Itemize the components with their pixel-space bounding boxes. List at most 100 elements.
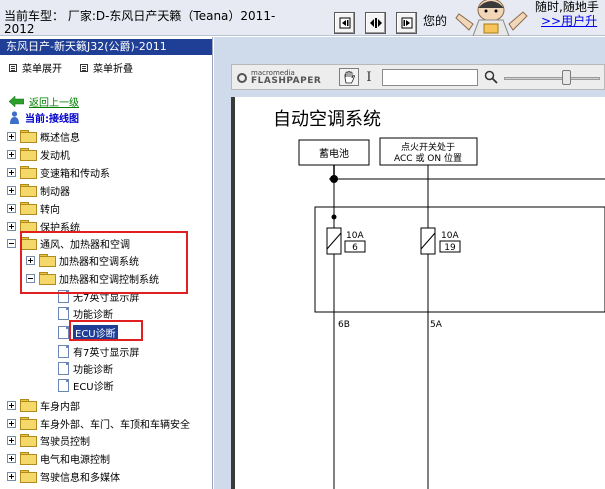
annotation-highlight-box: [20, 231, 188, 294]
tree-item-brakes[interactable]: 制动器: [7, 182, 70, 198]
annotation-highlight-box: [69, 320, 143, 341]
text-cursor-icon: I: [366, 69, 372, 85]
tree-item-engine[interactable]: 发动机: [7, 146, 70, 162]
fuse-2-wire-label: 5A: [430, 320, 443, 330]
expand-icon[interactable]: [7, 418, 16, 428]
menu-icon: [80, 63, 88, 72]
nav-first-icon: [339, 17, 350, 29]
nav-split-button[interactable]: [365, 12, 386, 34]
tree-item-multimedia[interactable]: 驾驶信息和多媒体: [7, 468, 120, 484]
expand-icon[interactable]: [7, 435, 16, 445]
current-model-text: 当前车型： 厂家:D-东风日产天籁（Teana）2011- 2012: [4, 10, 326, 38]
tree-item-body-interior[interactable]: 车身内部: [7, 397, 80, 413]
tree-doc-with-display[interactable]: 有7英寸显示屏: [58, 343, 139, 359]
ignition-label-2: ACC 或 ON 位置: [394, 152, 462, 164]
wiring-diagram: 蓄电池 点火开关处于 ACC 或 ON 位置 10A 6 6B 10A 19 5…: [298, 137, 605, 489]
macromedia-logo-icon: [237, 72, 247, 83]
tree-item-label: 驾驶信息和多媒体: [40, 472, 120, 484]
tree-doc-function-diagnosis-2[interactable]: 功能诊断: [58, 360, 113, 376]
tree-item-body-exterior[interactable]: 车身外部、车门、车顶和车辆安全: [7, 415, 190, 431]
expand-icon[interactable]: [7, 167, 16, 177]
nav-last-button[interactable]: [396, 12, 417, 34]
expand-icon[interactable]: [7, 400, 16, 410]
fuse-1-number: 6: [352, 243, 358, 253]
collapse-all-button[interactable]: 菜单折叠: [80, 60, 133, 75]
zoom-slider-thumb[interactable]: [562, 70, 571, 85]
flashpaper-logo: macromedia FLASHPAPER: [237, 69, 321, 86]
expand-icon[interactable]: [7, 471, 16, 481]
document-icon: [58, 344, 69, 358]
expand-icon[interactable]: [7, 149, 16, 159]
nav-last-icon: [401, 17, 412, 29]
tree-item-electrical[interactable]: 电气和电源控制: [7, 450, 110, 466]
mascot-image: [455, 0, 528, 36]
tree-item-steering[interactable]: 转向: [7, 200, 60, 216]
collapse-icon[interactable]: [7, 238, 16, 248]
current-location: 当前:接线图: [9, 110, 79, 125]
tree-doc-label: 功能诊断: [73, 309, 113, 321]
tree-doc-label: 功能诊断: [73, 364, 113, 376]
tree-item-transmission[interactable]: 变速箱和传动系: [7, 164, 110, 180]
hand-tool-button[interactable]: [339, 68, 359, 86]
expand-icon[interactable]: [7, 221, 16, 231]
document-page: 自动空调系统 蓄电池 点火开关处于 ACC 或 ON 位置 10A 6 6B 1…: [231, 97, 605, 489]
tree-item-label: 车身外部、车门、车顶和车辆安全: [40, 419, 190, 431]
folder-icon: [20, 434, 37, 447]
folder-icon: [20, 202, 37, 215]
expand-icon[interactable]: [7, 131, 16, 141]
tree-item-label: 驾驶员控制: [40, 436, 90, 448]
left-navigation-pane: 东风日产-新天籁J32(公爵)-2011 菜单展开 菜单折叠 返回上一级 当前:…: [0, 37, 213, 489]
tree-doc-function-diagnosis[interactable]: 功能诊断: [58, 305, 113, 321]
back-link[interactable]: 返回上一级: [9, 94, 79, 109]
tree-item-label: 变速箱和传动系: [40, 168, 110, 180]
expand-icon[interactable]: [7, 203, 16, 213]
document-viewer-pane: macromedia FLASHPAPER I 自动空调系统 蓄电池 点火开关处…: [214, 37, 605, 489]
tree-item-label: 转向: [40, 204, 60, 216]
tree-item-label: 车身内部: [40, 401, 80, 413]
fuse-2-amps: 10A: [441, 231, 459, 241]
model-line-2: 2012: [4, 22, 35, 36]
tree-item-label: 制动器: [40, 186, 70, 198]
document-icon: [58, 306, 69, 320]
tree-item-overview[interactable]: 概述信息: [7, 128, 80, 144]
menu-icon: [9, 63, 17, 72]
document-icon: [58, 378, 69, 392]
folder-icon: [20, 148, 37, 161]
current-location-label: 当前:接线图: [25, 114, 79, 125]
back-arrow-icon: [9, 96, 24, 107]
notice-text: 您的: [423, 14, 448, 28]
user-upgrade-link[interactable]: >>用户升: [541, 12, 597, 29]
folder-icon: [20, 452, 37, 465]
fuse-1-wire-label: 6B: [338, 320, 350, 330]
model-line-1: 当前车型： 厂家:D-东风日产天籁（Teana）2011-: [4, 10, 276, 23]
search-input[interactable]: [382, 69, 478, 86]
folder-icon: [20, 470, 37, 483]
text-select-button[interactable]: I: [363, 68, 375, 86]
logo-product-text: FLASHPAPER: [251, 76, 322, 86]
tree-doc-label: ECU诊断: [73, 381, 114, 393]
tree-item-label: 概述信息: [40, 132, 80, 144]
expand-all-button[interactable]: 菜单展开: [9, 60, 62, 75]
expand-icon[interactable]: [7, 453, 16, 463]
vehicle-title-bar: 东风日产-新天籁J32(公爵)-2011: [0, 39, 212, 55]
top-banner: 当前车型： 厂家:D-东风日产天籁（Teana）2011- 2012 您的 随时…: [0, 0, 605, 36]
tree-doc-ecu-diagnosis-2[interactable]: ECU诊断: [58, 377, 114, 393]
nav-first-button[interactable]: [334, 12, 355, 34]
fuse-2-number: 19: [444, 243, 456, 253]
person-icon: [10, 111, 19, 124]
hand-icon: [344, 70, 355, 83]
expand-icon[interactable]: [7, 185, 16, 195]
collapse-all-label: 菜单折叠: [93, 64, 133, 75]
back-label: 返回上一级: [29, 98, 79, 109]
fuse-1-amps: 10A: [346, 231, 364, 241]
search-icon[interactable]: [484, 70, 498, 84]
zoom-slider[interactable]: [504, 77, 600, 80]
expand-all-label: 菜单展开: [22, 64, 62, 75]
battery-label: 蓄电池: [319, 147, 349, 160]
tree-item-label: 电气和电源控制: [40, 454, 110, 466]
fuse-block-outline: [314, 206, 605, 313]
folder-icon: [20, 417, 37, 430]
tree-item-driver-controls[interactable]: 驾驶员控制: [7, 432, 90, 448]
folder-icon: [20, 184, 37, 197]
folder-icon: [20, 130, 37, 143]
